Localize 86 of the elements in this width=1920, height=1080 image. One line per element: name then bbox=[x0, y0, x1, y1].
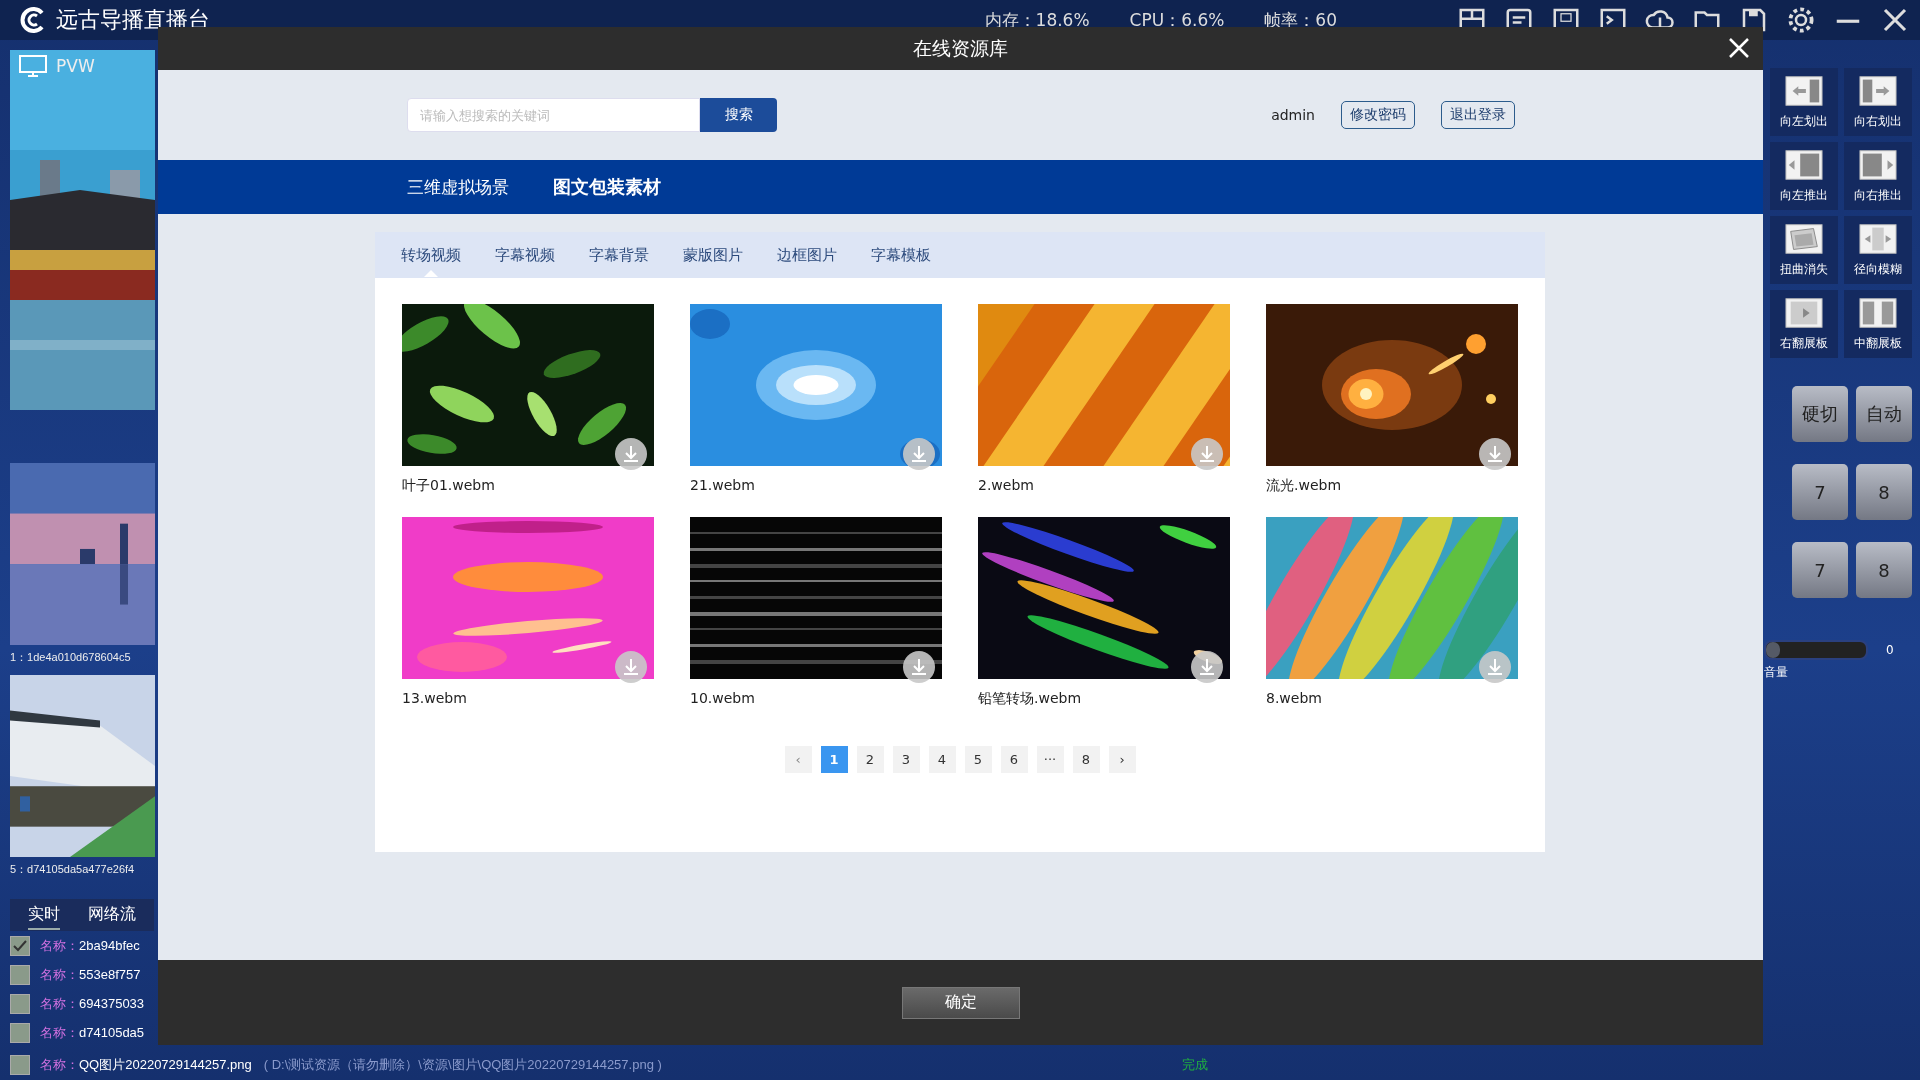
task-name: 694375033 bbox=[79, 996, 145, 1011]
page-button[interactable]: ··· bbox=[1036, 746, 1064, 773]
category-tab[interactable]: 边框图片 bbox=[773, 233, 841, 277]
transition-button[interactable]: 径向模糊 bbox=[1844, 216, 1912, 284]
category-tab[interactable]: 蒙版图片 bbox=[679, 233, 747, 277]
volume-slider[interactable] bbox=[1764, 640, 1868, 660]
download-icon[interactable] bbox=[902, 650, 936, 684]
transition-icon bbox=[1859, 74, 1897, 107]
task-name: 2ba94bfec bbox=[79, 938, 140, 953]
file-name: 13.webm bbox=[402, 690, 468, 706]
name-label: 名称： bbox=[40, 965, 79, 984]
number-button[interactable]: 7 bbox=[1792, 464, 1848, 520]
volume-reading: 0 bbox=[1886, 643, 1894, 657]
category-tab[interactable]: 字幕背景 bbox=[585, 233, 653, 277]
number-button[interactable]: 8 bbox=[1856, 542, 1912, 598]
source-tab[interactable]: 实时 bbox=[28, 900, 60, 930]
stat-text: CPU：6.6% bbox=[1129, 8, 1225, 32]
task-name: 553e8f757 bbox=[79, 967, 141, 982]
transition-button[interactable]: 中翻展板 bbox=[1844, 290, 1912, 358]
category-tab[interactable]: 字幕视频 bbox=[491, 233, 559, 277]
transition-icon bbox=[1785, 148, 1823, 181]
task-name: d74105da5 bbox=[79, 1025, 145, 1040]
account-button[interactable]: 退出登录 bbox=[1441, 101, 1515, 129]
switch-button[interactable]: 硬切 bbox=[1792, 386, 1848, 442]
name-label: 名称： bbox=[40, 936, 79, 955]
category-tab[interactable]: 字幕模板 bbox=[867, 233, 935, 277]
file-name: 铅笔转场.webm bbox=[978, 690, 1083, 708]
file-name: 2.webm bbox=[978, 477, 1035, 493]
nav-tab[interactable]: 三维虚拟场景 bbox=[407, 175, 509, 199]
dialog-title: 在线资源库 bbox=[913, 35, 1008, 61]
file-name: 流光.webm bbox=[1266, 477, 1343, 495]
name-label: 名称： bbox=[40, 1023, 79, 1042]
file-name: 叶子01.webm bbox=[402, 477, 496, 495]
number-button[interactable]: 7 bbox=[1792, 542, 1848, 598]
page-button[interactable]: 6 bbox=[1000, 746, 1028, 773]
page-button[interactable]: 3 bbox=[892, 746, 920, 773]
volume-label: 音量 bbox=[1764, 664, 1789, 681]
search-field[interactable]: 请输入想搜索的关键词 bbox=[407, 98, 700, 132]
transition-button[interactable]: 向右划出 bbox=[1844, 68, 1912, 136]
username: admin bbox=[1271, 107, 1315, 123]
account-button[interactable]: 修改密码 bbox=[1341, 101, 1415, 129]
nav-tab[interactable]: 图文包装素材 bbox=[553, 175, 661, 199]
file-name: 21.webm bbox=[690, 477, 756, 493]
task-name: QQ图片20220729144257.png bbox=[79, 1056, 252, 1074]
transition-button[interactable]: 扭曲消失 bbox=[1770, 216, 1838, 284]
category-tab[interactable]: 转场视频 bbox=[397, 233, 465, 277]
page-button[interactable]: 2 bbox=[856, 746, 884, 773]
source-tab[interactable]: 网络流 bbox=[88, 900, 136, 930]
next-page-button[interactable]: › bbox=[1108, 746, 1136, 773]
switch-button[interactable]: 自动 bbox=[1856, 386, 1912, 442]
file-name: 8.webm bbox=[1266, 690, 1323, 706]
name-label: 名称： bbox=[40, 1056, 79, 1074]
close-icon[interactable] bbox=[1727, 36, 1751, 60]
page-button[interactable]: 8 bbox=[1072, 746, 1100, 773]
transition-button[interactable]: 向左推出 bbox=[1770, 142, 1838, 210]
search-button[interactable]: 搜索 bbox=[700, 98, 777, 132]
transition-button[interactable]: 向左划出 bbox=[1770, 68, 1838, 136]
download-icon[interactable] bbox=[1478, 437, 1512, 471]
source-label: 5：d74105da5a477e26f4 bbox=[10, 862, 136, 877]
number-button[interactable]: 8 bbox=[1856, 464, 1912, 520]
confirm-button[interactable]: 确定 bbox=[901, 986, 1020, 1019]
source-label: 1：1de4a010d678604c5 bbox=[10, 650, 132, 665]
transition-icon bbox=[1785, 222, 1823, 255]
checkbox[interactable] bbox=[10, 935, 30, 956]
checkbox[interactable] bbox=[10, 993, 30, 1014]
download-icon[interactable] bbox=[614, 437, 648, 471]
file-path: ( D:\测试资源（请勿删除）\资源\图片\QQ图片20220729144257.png ) bbox=[263, 1056, 662, 1074]
monitor-icon bbox=[18, 54, 48, 78]
checkbox[interactable] bbox=[10, 1022, 30, 1043]
settings-icon[interactable] bbox=[1786, 5, 1816, 35]
transition-icon bbox=[1785, 74, 1823, 107]
task-status: 完成 bbox=[1181, 1056, 1208, 1074]
file-name: 10.webm bbox=[690, 690, 756, 706]
name-label: 名称： bbox=[40, 994, 79, 1013]
transition-icon bbox=[1785, 296, 1823, 329]
transition-icon bbox=[1859, 296, 1897, 329]
page-button[interactable]: 5 bbox=[964, 746, 992, 773]
preview-label: PVW bbox=[56, 56, 95, 76]
checkbox[interactable] bbox=[10, 1055, 30, 1075]
transition-icon bbox=[1859, 148, 1897, 181]
transition-icon bbox=[1859, 222, 1897, 255]
transition-button[interactable]: 向右推出 bbox=[1844, 142, 1912, 210]
checkbox[interactable] bbox=[10, 964, 30, 985]
download-icon[interactable] bbox=[1190, 650, 1224, 684]
page-button[interactable]: 4 bbox=[928, 746, 956, 773]
transition-button[interactable]: 右翻展板 bbox=[1770, 290, 1838, 358]
